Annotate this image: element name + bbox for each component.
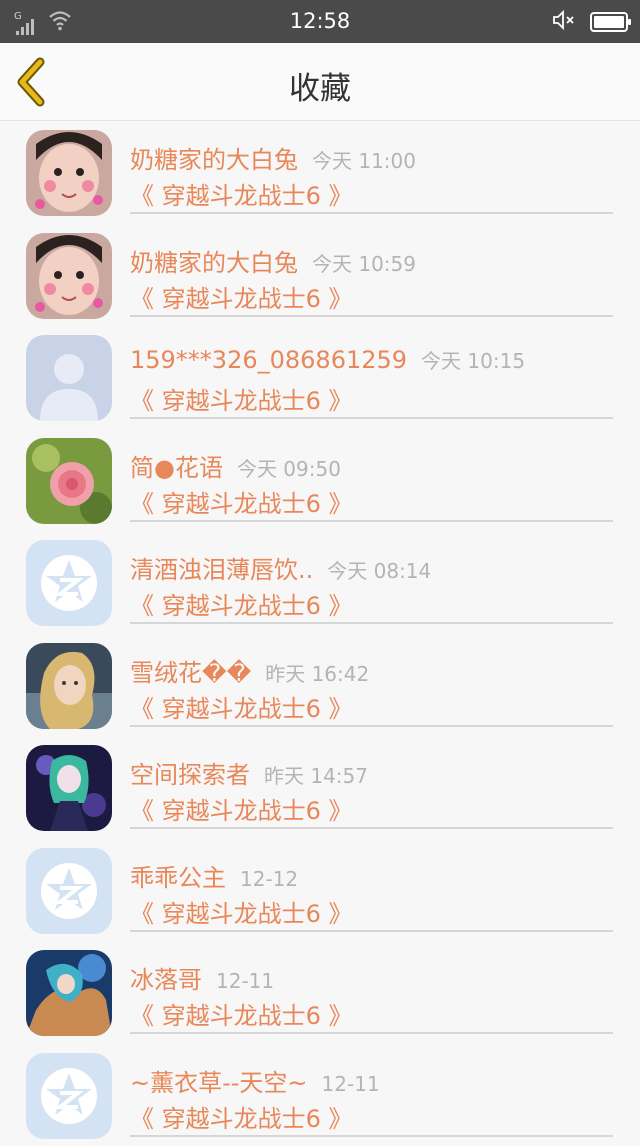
item-time: 12-11: [322, 1072, 380, 1096]
divider: [130, 315, 613, 317]
avatar: [26, 745, 112, 831]
avatar: [26, 950, 112, 1036]
item-title: 《 穿越斗龙战士6 》: [130, 176, 353, 211]
item-name: 奶糖家的大白兔: [130, 146, 298, 174]
status-bar: G 12:58: [0, 0, 640, 43]
avatar: [26, 1053, 112, 1139]
item-title: 《 穿越斗龙战士6 》: [130, 586, 353, 621]
divider: [130, 1032, 613, 1034]
list-item[interactable]: 奶糖家的大白兔今天 10:59 《 穿越斗龙战士6 》: [0, 224, 640, 327]
item-name: 奶糖家的大白兔: [130, 249, 298, 277]
divider: [130, 520, 613, 522]
item-name: 简●花语: [130, 454, 223, 482]
item-name: 空间探索者: [130, 761, 250, 789]
mute-icon: [552, 9, 576, 35]
page-title: 收藏: [0, 63, 640, 108]
list-item[interactable]: 冰落哥 12-11 《 穿越斗龙战士6 》: [0, 941, 640, 1044]
item-time: 今天 08:14: [327, 559, 431, 583]
status-time: 12:58: [0, 9, 640, 33]
item-title: 《 穿越斗龙战士6 》: [130, 996, 353, 1031]
item-name: 清酒浊泪薄唇饮..: [130, 556, 313, 584]
item-time: 昨天 16:42: [265, 662, 369, 686]
avatar: [26, 540, 112, 626]
item-title: 《 穿越斗龙战士6 》: [130, 1099, 353, 1134]
list-item[interactable]: 雪绒花�� 昨天 16:42 《 穿越斗龙战士6 》: [0, 634, 640, 737]
list-item[interactable]: 空间探索者昨天 14:57 《 穿越斗龙战士6 》: [0, 736, 640, 839]
divider: [130, 930, 613, 932]
divider: [130, 827, 613, 829]
item-time: 今天 10:59: [312, 252, 416, 276]
divider: [130, 622, 613, 624]
avatar: [26, 130, 112, 216]
item-time: 12-12: [240, 867, 298, 891]
item-title: 《 穿越斗龙战士6 》: [130, 381, 353, 416]
list-item[interactable]: 159***326_086861259 今天 10:15 《 穿越斗龙战士6 》: [0, 326, 640, 429]
item-time: 今天 09:50: [237, 457, 341, 481]
item-name: ~薰衣草--天空~: [130, 1069, 308, 1097]
item-time: 今天 11:00: [312, 149, 416, 173]
item-time: 今天 10:15: [421, 349, 525, 373]
avatar: [26, 643, 112, 729]
favorites-list: 奶糖家的大白兔今天 11:00 《 穿越斗龙战士6 》 奶糖家的大白兔今天 10…: [0, 121, 640, 1146]
avatar: [26, 335, 112, 421]
item-name: 雪绒花��: [130, 659, 251, 687]
list-item[interactable]: 乖乖公主 12-12 《 穿越斗龙战士6 》: [0, 839, 640, 942]
item-time: 昨天 14:57: [264, 764, 368, 788]
item-title: 《 穿越斗龙战士6 》: [130, 689, 353, 724]
item-title: 《 穿越斗龙战士6 》: [130, 894, 353, 929]
item-title: 《 穿越斗龙战士6 》: [130, 279, 353, 314]
nav-bar: 收藏: [0, 43, 640, 121]
battery-icon: [590, 12, 628, 32]
item-title: 《 穿越斗龙战士6 》: [130, 484, 353, 519]
item-time: 12-11: [216, 969, 274, 993]
divider: [130, 417, 613, 419]
avatar: [26, 438, 112, 524]
item-name: 冰落哥: [130, 966, 202, 994]
item-title: 《 穿越斗龙战士6 》: [130, 791, 353, 826]
item-name: 乖乖公主: [130, 864, 226, 892]
divider: [130, 1135, 613, 1137]
item-name: 159***326_086861259: [130, 346, 407, 374]
list-item[interactable]: ~薰衣草--天空~ 12-11 《 穿越斗龙战士6 》: [0, 1044, 640, 1146]
list-item[interactable]: 清酒浊泪薄唇饮.. 今天 08:14 《 穿越斗龙战士6 》: [0, 531, 640, 634]
divider: [130, 725, 613, 727]
avatar: [26, 233, 112, 319]
list-item[interactable]: 奶糖家的大白兔今天 11:00 《 穿越斗龙战士6 》: [0, 121, 640, 224]
list-item[interactable]: 简●花语今天 09:50 《 穿越斗龙战士6 》: [0, 429, 640, 532]
divider: [130, 212, 613, 214]
avatar: [26, 848, 112, 934]
